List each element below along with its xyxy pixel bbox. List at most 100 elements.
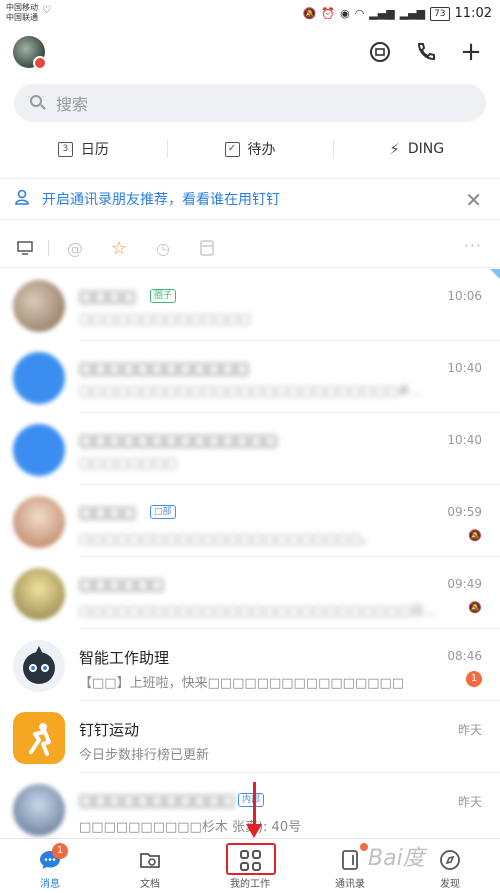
status-icons: 🔕 ⏰ ◉ ◠ ▂▄▆ ▂▄▆ 73 11:02 [303, 6, 492, 21]
more-icon[interactable]: ··· [464, 236, 482, 255]
pin-indicator [490, 269, 500, 279]
chat-preview: □□□□□□□□□□□□□□□□□□□□□□□□□□□日… [79, 604, 437, 619]
filter-bar: @ ☆ ◷ ··· [0, 228, 500, 268]
tab-messages[interactable]: 消息 1 [0, 839, 100, 893]
chat-row[interactable]: □□□□□□ □□□□□□□□□□□□□□□□□□□□□□□□□□□日… 09:… [0, 557, 500, 629]
chat-tag: □部 [150, 505, 176, 519]
unread-badge: 1 [466, 671, 482, 687]
calendar-button[interactable]: 3 日历 [0, 130, 167, 168]
highlight-box [226, 843, 276, 875]
chat-avatar [13, 280, 65, 332]
folder-icon [137, 847, 163, 873]
chat-avatar [13, 352, 65, 404]
watermark: Bai度 [368, 846, 425, 871]
heart-icon: ♡ [42, 5, 51, 16]
chat-name: □□□□□□ [79, 575, 165, 593]
clock-icon[interactable]: ◷ [152, 237, 174, 259]
tab-label: 通讯录 [335, 879, 365, 890]
calendar-icon: 3 [57, 141, 73, 157]
mute-bell-icon: 🔕 [468, 529, 482, 542]
chat-time: 10:06 [447, 289, 482, 303]
tab-label: 文档 [140, 879, 160, 890]
chat-name: □□□□ [79, 503, 136, 521]
computer-icon[interactable] [14, 237, 36, 259]
chat-time: 10:40 [447, 361, 482, 375]
chat-time: 09:49 [447, 577, 482, 591]
search-placeholder: 搜索 [56, 95, 89, 114]
chat-avatar [13, 784, 65, 836]
filter-divider [48, 240, 49, 256]
add-icon[interactable]: + [457, 37, 485, 67]
status-badge [33, 56, 47, 70]
secret-chat-icon[interactable] [366, 38, 394, 66]
chat-preview: □□□□□□□□□□□□□□□□□□□□□□□。 [79, 532, 375, 547]
eye-icon: ◉ [340, 7, 350, 20]
tab-label: 消息 [40, 879, 60, 890]
chat-avatar [13, 712, 65, 764]
chat-preview: □□□□□□□□□□□□□□□□□□□□□□□□□□#… [79, 384, 423, 399]
chat-name: □□□□□□□□□□□ [79, 791, 235, 809]
chat-tag: 圈子 [150, 289, 177, 303]
chat-row[interactable]: □□□□□□□□□□□□ □□□□□□□□□□□□□□□□□□□□□□□□□□#… [0, 341, 500, 413]
at-mention-icon[interactable]: @ [64, 237, 86, 259]
contact-recommend-banner[interactable]: 开启通讯录朋友推荐，看看谁在用钉钉 ✕ [0, 178, 500, 220]
mute-icon: 🔕 [302, 7, 317, 20]
chat-avatar [13, 424, 65, 476]
todo-check-icon: ✓ [224, 141, 240, 157]
chat-name: 智能工作助理 [79, 649, 170, 667]
chat-row[interactable]: 智能工作助理 【□□】上班啦，快来□□□□□□□□□□□□□□□□ 08:46 … [0, 629, 500, 701]
top-bar: + [0, 28, 500, 78]
chat-name: □□□□ [79, 287, 136, 305]
chat-preview: □□□□□□□□□□□□□□ [79, 312, 251, 327]
compass-icon [437, 847, 463, 873]
chat-preview: 【□□】上班啦，快来□□□□□□□□□□□□□□□□ [79, 676, 405, 691]
todo-button[interactable]: ✓ 待办 [166, 130, 334, 168]
ding-label: DING [407, 141, 445, 157]
unread-badge: 1 [52, 843, 68, 859]
banner-text: 开启通讯录朋友推荐，看看谁在用钉钉 [42, 192, 280, 208]
chat-name: 钉钉运动 [79, 721, 140, 739]
notification-dot [360, 843, 368, 851]
search-input[interactable]: 搜索 [14, 84, 486, 122]
ding-lightning-icon: ⚡ [389, 140, 400, 158]
quick-actions-bar: 3 日历 ✓ 待办 ⚡ DING [0, 130, 500, 168]
chat-name: □□□□□□□□□□□□ [79, 359, 250, 377]
chat-tag: 内部 [238, 793, 265, 807]
chat-row[interactable]: □□□□ □部 □□□□□□□□□□□□□□□□□□□□□□□。 09:59 🔕 [0, 485, 500, 557]
carrier-2: 中国联通 [6, 13, 38, 22]
archive-icon[interactable] [196, 237, 218, 259]
wifi-icon: ◠ [354, 7, 365, 20]
ding-button[interactable]: ⚡ DING [333, 130, 500, 168]
status-time: 11:02 [454, 6, 492, 21]
contacts-book-icon [337, 847, 363, 873]
signal-icon-2: ▂▄▆ [399, 7, 426, 20]
chat-time: 09:59 [447, 505, 482, 519]
chat-preview: □□□□□□□□ [79, 456, 178, 471]
tab-docs[interactable]: 文档 [100, 839, 200, 893]
chat-time: 10:40 [447, 433, 482, 447]
signal-icon: ▂▄▆ [369, 7, 395, 20]
user-add-icon [14, 188, 36, 210]
chat-row[interactable]: 钉钉运动 今日步数排行榜已更新 昨天 [0, 701, 500, 773]
chat-row[interactable]: □□□□ 圈子 □□□□□□□□□□□□□□ 10:06 [0, 269, 500, 341]
battery-indicator: 73 [430, 6, 450, 21]
chat-list: □□□□ 圈子 □□□□□□□□□□□□□□ 10:06 □□□□□□□□□□□… [0, 269, 500, 845]
status-bar: 中国移动 中国联通 ♡ 🔕 ⏰ ◉ ◠ ▂▄▆ ▂▄▆ 73 11:02 [0, 0, 500, 28]
chat-time: 08:46 [447, 649, 482, 663]
chat-row[interactable]: □□□□□□□□□□□□□□ □□□□□□□□ 10:40 [0, 413, 500, 485]
phone-call-icon[interactable] [412, 38, 440, 66]
close-icon[interactable]: ✕ [465, 188, 482, 212]
star-icon[interactable]: ☆ [108, 237, 130, 259]
alarm-icon: ⏰ [321, 7, 336, 20]
chat-preview: □□□□□□□□□□杉木 张真): 40号 [79, 820, 302, 835]
calendar-label: 日历 [80, 142, 109, 158]
chat-name: □□□□□□□□□□□□□□ [79, 431, 278, 449]
chat-time: 昨天 [457, 795, 482, 809]
chat-time: 昨天 [457, 723, 482, 737]
carrier-info: 中国移动 中国联通 [6, 3, 38, 23]
chat-preview: 今日步数排行榜已更新 [79, 748, 210, 763]
search-icon [28, 93, 48, 113]
red-arrow-head [246, 824, 262, 838]
mute-bell-icon: 🔕 [468, 601, 482, 614]
chat-avatar [13, 568, 65, 620]
